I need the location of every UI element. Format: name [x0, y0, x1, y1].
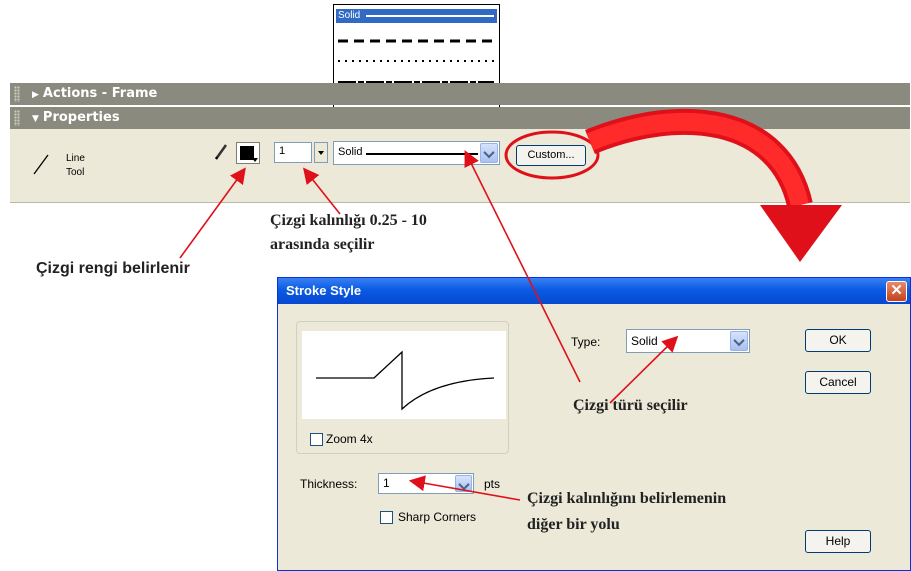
- big-arrow-head: [760, 205, 842, 262]
- arrow-to-style-select: [464, 150, 581, 383]
- custom-highlight-circle: [504, 130, 600, 180]
- arrow-to-thickness: [408, 475, 521, 501]
- arrow-to-width: [303, 167, 341, 215]
- annotation-overlay: [179, 108, 842, 501]
- arrow-to-type: [609, 335, 679, 404]
- arrow-to-color: [179, 167, 246, 259]
